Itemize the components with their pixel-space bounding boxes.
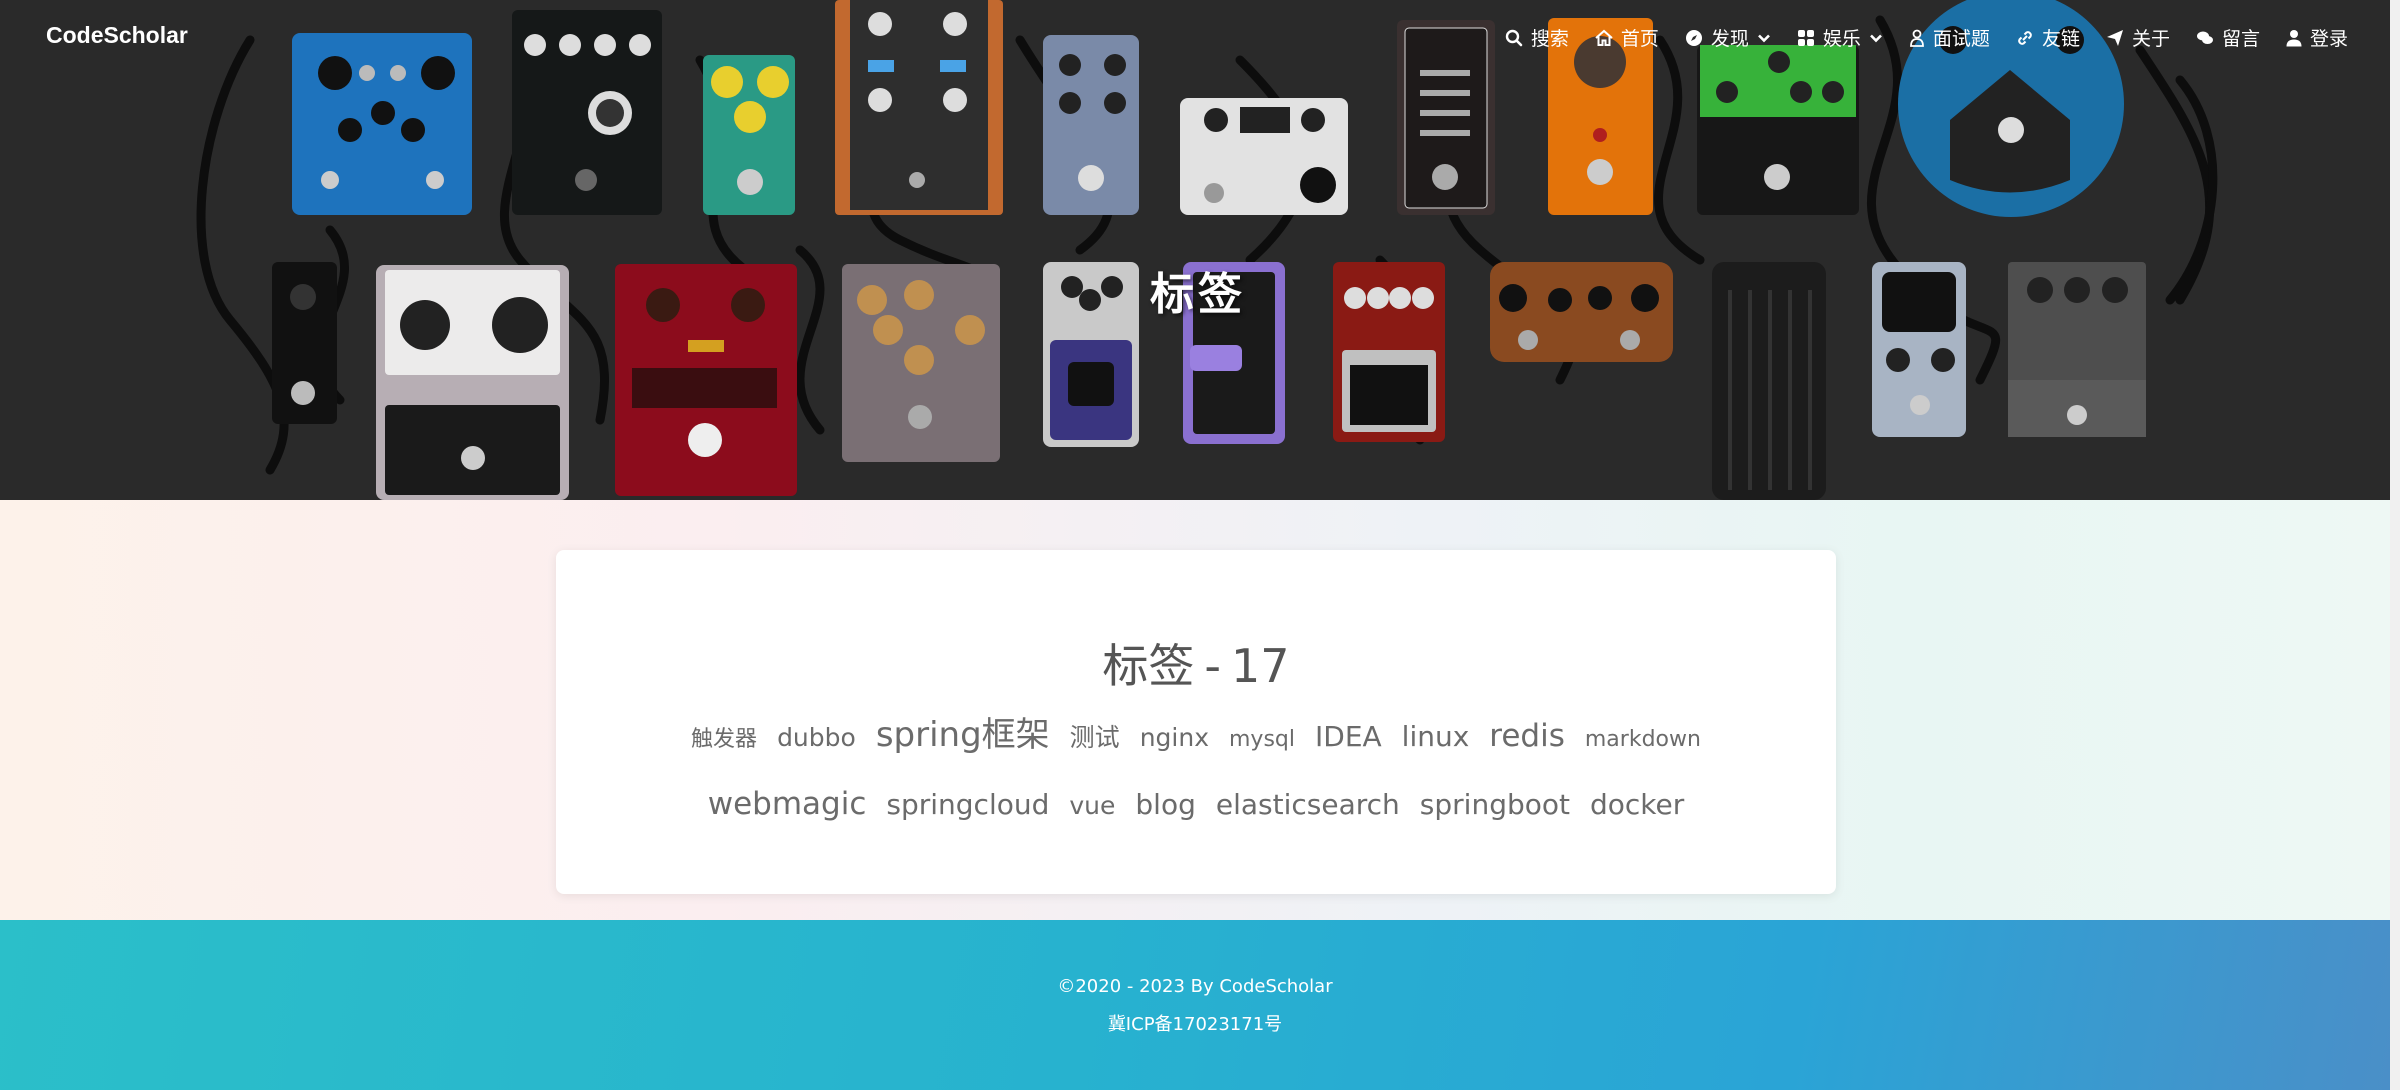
tag-link[interactable]: 测试 [1070, 715, 1120, 761]
nav-item-home[interactable]: 首页 [1595, 24, 1659, 51]
nav-item-search[interactable]: 搜索 [1505, 24, 1569, 51]
tag-link[interactable]: blog [1135, 782, 1195, 828]
tag-link[interactable]: markdown [1585, 717, 1701, 763]
page-title: 标签 -17 [556, 630, 1836, 696]
chevron-down-icon [1757, 34, 1770, 42]
nav-label: 发现 [1710, 28, 1749, 50]
footer: ©2020 - 2023 By CodeScholar 冀ICP备1702317… [0, 920, 2390, 1090]
copyright-text: ©2020 - 2023 By CodeScholar [1057, 976, 1333, 997]
nav-item-interview[interactable]: 面试题 [1909, 24, 1990, 51]
title-label: 标签 [1102, 639, 1195, 693]
main-content: 标签 -17 触发器 dubbo spring框架 测试 nginx mysql … [0, 500, 2390, 920]
tag-link[interactable]: docker [1590, 782, 1684, 828]
paper-plane-icon [2106, 29, 2123, 46]
link-icon [2018, 30, 2032, 45]
tag-link[interactable]: linux [1402, 714, 1470, 760]
title-separator: - [1204, 639, 1222, 693]
nav-label: 面试题 [1932, 28, 1990, 50]
tag-link[interactable]: mysql [1229, 717, 1295, 763]
nav-item-login[interactable]: 登录 [2286, 24, 2348, 51]
brand-logo[interactable]: CodeScholar [46, 22, 188, 49]
tags-card: 标签 -17 触发器 dubbo spring框架 测试 nginx mysql … [556, 550, 1836, 894]
nav-item-discover[interactable]: 发现 [1685, 24, 1771, 51]
tag-link[interactable]: nginx [1140, 715, 1209, 761]
tag-link[interactable]: webmagic [708, 781, 867, 827]
search-icon [1505, 29, 1523, 46]
nav-item-message[interactable]: 留言 [2196, 24, 2260, 51]
nav-item-about[interactable]: 关于 [2106, 24, 2170, 51]
nav-item-entertainment[interactable]: 娱乐 [1797, 24, 1883, 51]
nav-menu: 搜索 首页 发现 娱乐 面试题 友链 关于 留言 登录 [1505, 24, 2348, 51]
tag-link[interactable]: spring框架 [876, 712, 1050, 758]
tag-link[interactable]: vue [1069, 783, 1115, 829]
top-navbar: CodeScholar 搜索 首页 发现 娱乐 面试题 友链 关于 留言 登录 [0, 0, 2390, 76]
tag-link[interactable]: 触发器 [691, 717, 757, 763]
user-icon [2286, 29, 2302, 46]
nav-label: 搜索 [1530, 28, 1569, 50]
tag-link[interactable]: dubbo [777, 715, 856, 761]
hero-banner: CodeScholar 搜索 首页 发现 娱乐 面试题 友链 关于 留言 登录 … [0, 0, 2390, 500]
comments-icon [2196, 31, 2213, 44]
chevron-down-icon [1870, 34, 1882, 42]
user-tie-icon [1910, 29, 1924, 47]
nav-item-links[interactable]: 友链 [2016, 24, 2080, 51]
grid-icon [1797, 29, 1814, 46]
nav-label: 友链 [2041, 28, 2080, 50]
tag-link[interactable]: elasticsearch [1216, 782, 1400, 828]
hero-title: 标签 [1150, 269, 1246, 320]
compass-icon [1685, 29, 1702, 46]
nav-label: 关于 [2131, 28, 2170, 50]
home-icon [1595, 29, 1613, 46]
tag-count: 17 [1231, 639, 1290, 693]
nav-label: 娱乐 [1822, 28, 1861, 50]
tag-link[interactable]: springcloud [886, 782, 1049, 828]
icp-link[interactable]: 冀ICP备17023171号 [0, 1010, 2390, 1036]
tag-link[interactable]: IDEA [1315, 714, 1382, 760]
scrollbar[interactable] [2390, 0, 2400, 1090]
tag-link[interactable]: springboot [1420, 782, 1570, 828]
tag-cloud: 触发器 dubbo spring框架 测试 nginx mysql IDEA l… [616, 712, 1776, 829]
nav-label: 登录 [2309, 28, 2348, 50]
tag-link[interactable]: redis [1489, 713, 1565, 759]
nav-label: 首页 [1620, 28, 1659, 50]
nav-label: 留言 [2221, 28, 2260, 50]
